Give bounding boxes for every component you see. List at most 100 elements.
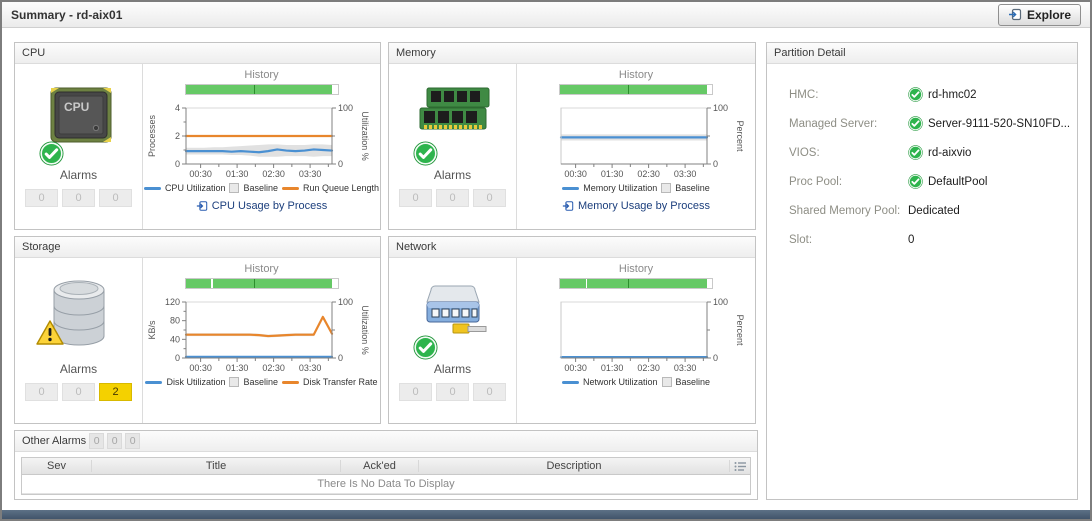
column-header-title[interactable]: Title (92, 460, 341, 472)
partition-row: Managed Server:Server-9111-520-SN10FD... (789, 109, 1077, 138)
svg-text:0: 0 (338, 353, 343, 363)
history-tick (628, 279, 629, 288)
svg-text:0: 0 (175, 159, 180, 169)
other-alarms-count[interactable]: 0 (89, 433, 104, 449)
memory-usage-by-process-link[interactable]: Memory Usage by Process (562, 200, 710, 212)
cpu-metrics-column: History 024Processes0100Utilization %00:… (143, 64, 380, 229)
memory-status-column: Alarms 000 (389, 64, 517, 229)
svg-text:00:30: 00:30 (189, 363, 212, 373)
svg-text:03:30: 03:30 (673, 363, 696, 373)
alarm-count-warning[interactable]: 2 (99, 383, 132, 401)
network-legend: Network UtilizationBaseline (562, 377, 710, 387)
partition-row: Shared Memory Pool:Dedicated (789, 196, 1077, 225)
network-status-column: Alarms 000 (389, 258, 517, 423)
window-bottom-edge (2, 510, 1090, 519)
alarm-count-critical[interactable]: 0 (436, 383, 469, 401)
cpu-panel: CPU CPU (14, 42, 381, 230)
svg-text:0: 0 (338, 159, 343, 169)
other-alarms-counts: 000 (86, 433, 140, 449)
memory-chart[interactable]: 0100Percent00:3001:3002:3003:30 (518, 102, 755, 182)
svg-text:120: 120 (165, 297, 180, 307)
cpu-panel-header: CPU (15, 43, 380, 64)
drilldown-icon (562, 200, 574, 212)
table-options-icon[interactable] (730, 461, 750, 472)
column-header-description[interactable]: Description (419, 460, 730, 472)
partition-row-label: Shared Memory Pool: (789, 205, 908, 217)
legend-swatch (562, 381, 579, 384)
other-alarms-table: Sev Title Ack'ed Description There Is No… (21, 457, 751, 495)
network-chart[interactable]: 0100Percent00:3001:3002:3003:30 (518, 296, 755, 376)
svg-text:100: 100 (338, 297, 353, 307)
cpu-usage-by-process-link[interactable]: CPU Usage by Process (196, 200, 328, 212)
history-tick (254, 279, 255, 288)
other-alarms-count[interactable]: 0 (125, 433, 140, 449)
network-panel-header: Network (389, 237, 755, 258)
cpu-legend: CPU UtilizationBaselineRun Queue Length (144, 183, 379, 193)
column-header-acked[interactable]: Ack'ed (341, 460, 419, 472)
alarm-count-warning[interactable]: 0 (473, 189, 506, 207)
svg-text:02:30: 02:30 (637, 363, 660, 373)
partition-row-value[interactable]: rd-hmc02 (908, 87, 977, 102)
cpu-alarm-counts: 000 (25, 189, 132, 207)
network-device-icon (407, 276, 499, 358)
network-history-bar[interactable] (559, 278, 713, 289)
partition-detail-rows: HMC:rd-hmc02Managed Server:Server-9111-5… (767, 64, 1077, 254)
partition-row-value[interactable]: Server-9111-520-SN10FD... (908, 116, 1070, 131)
cpu-link-label: CPU Usage by Process (212, 200, 328, 212)
alarm-count-critical[interactable]: 0 (436, 189, 469, 207)
alarm-count-fatal[interactable]: 0 (399, 383, 432, 401)
partition-detail-panel: Partition Detail HMC:rd-hmc02Managed Ser… (766, 42, 1078, 500)
storage-chart[interactable]: 04080120KB/s0100Utilization %00:3001:300… (143, 296, 380, 376)
svg-text:03:30: 03:30 (673, 169, 696, 179)
svg-text:Percent: Percent (735, 314, 745, 346)
memory-panel: Memory (388, 42, 756, 230)
storage-metrics-column: History 04080120KB/s0100Utilization %00:… (143, 258, 380, 423)
partition-detail-header: Partition Detail (767, 43, 1077, 64)
history-label: History (619, 69, 653, 81)
other-alarms-count[interactable]: 0 (107, 433, 122, 449)
history-segment (186, 85, 333, 94)
svg-text:01:30: 01:30 (226, 169, 249, 179)
history-tick (254, 85, 255, 94)
svg-text:40: 40 (170, 334, 180, 344)
green-check-icon (908, 145, 923, 160)
storage-status-column: Alarms 002 (15, 258, 143, 423)
alarms-label: Alarms (434, 168, 471, 182)
svg-text:03:30: 03:30 (299, 169, 322, 179)
alarm-count-fatal[interactable]: 0 (399, 189, 432, 207)
dashboard: Summary - rd-aix01 Explore CPU (0, 0, 1092, 521)
memory-link-label: Memory Usage by Process (578, 200, 710, 212)
storage-history-bar[interactable] (185, 278, 339, 289)
partition-row-value[interactable]: DefaultPool (908, 174, 987, 189)
partition-row: HMC:rd-hmc02 (789, 80, 1077, 109)
cpu-chart[interactable]: 024Processes0100Utilization %00:3001:300… (143, 102, 380, 182)
partition-value-text: rd-hmc02 (928, 89, 977, 101)
history-tick (628, 85, 629, 94)
svg-text:100: 100 (713, 297, 728, 307)
alarm-count-critical[interactable]: 0 (62, 383, 95, 401)
svg-text:CPU: CPU (64, 100, 89, 114)
partition-row: Proc Pool:DefaultPool (789, 167, 1077, 196)
partition-row-label: VIOS: (789, 147, 908, 159)
alarm-count-critical[interactable]: 0 (62, 189, 95, 207)
other-alarms-panel: Other Alarms 000 Sev Title Ack'ed Descri… (14, 430, 758, 500)
partition-row-value[interactable]: rd-aixvio (908, 145, 971, 160)
alarm-count-fatal[interactable]: 0 (25, 189, 58, 207)
memory-history-bar[interactable] (559, 84, 713, 95)
history-segment (560, 85, 707, 94)
explore-button[interactable]: Explore (998, 4, 1081, 26)
cpu-history-bar[interactable] (185, 84, 339, 95)
alarm-count-fatal[interactable]: 0 (25, 383, 58, 401)
alarm-count-warning[interactable]: 0 (99, 189, 132, 207)
other-alarms-header: Other Alarms 000 (15, 431, 757, 452)
memory-ram-icon (407, 82, 499, 164)
storage-legend: Disk UtilizationBaselineDisk Transfer Ra… (145, 377, 377, 387)
svg-text:00:30: 00:30 (564, 169, 587, 179)
legend-label: Network Utilization (583, 377, 658, 387)
history-segment (587, 279, 706, 288)
alarm-count-warning[interactable]: 0 (473, 383, 506, 401)
partition-row-value: Dedicated (908, 205, 960, 217)
column-header-sev[interactable]: Sev (22, 460, 92, 472)
storage-alarm-counts: 002 (25, 383, 132, 401)
history-label: History (244, 69, 278, 81)
